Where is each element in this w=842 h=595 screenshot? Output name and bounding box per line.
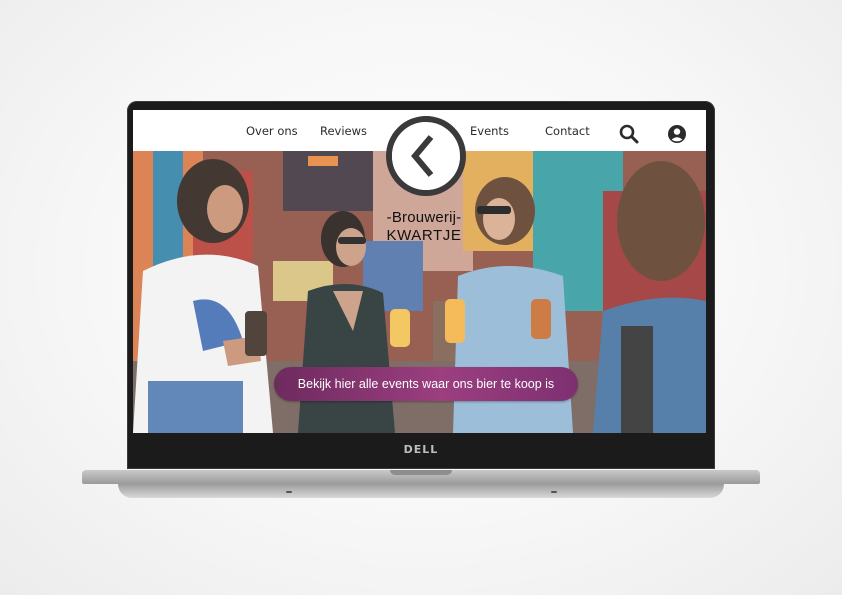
website-screen: Over ons Reviews Events Contact -Brouwer…	[133, 110, 706, 433]
laptop-foot	[551, 491, 557, 493]
logo-mark-icon	[386, 116, 466, 196]
laptop-foot	[286, 491, 292, 493]
logo-wordmark-top: -Brouwerij-	[386, 209, 462, 226]
events-cta-button[interactable]: Bekijk hier alle events waar ons bier te…	[274, 367, 578, 401]
nav-link-contact[interactable]: Contact	[545, 124, 590, 138]
nav-link-events[interactable]: Events	[470, 124, 509, 138]
logo-wordmark-bottom: KWARTJE	[386, 227, 462, 244]
laptop-mockup: Over ons Reviews Events Contact -Brouwer…	[0, 0, 842, 595]
lid-opening-notch	[390, 470, 452, 475]
laptop-base-bottom	[118, 484, 724, 498]
search-icon[interactable]	[619, 124, 639, 148]
nav-link-reviews[interactable]: Reviews	[320, 124, 367, 138]
dell-logo: DELL	[403, 443, 439, 456]
brand-logo[interactable]: -Brouwerij- KWARTJE	[379, 113, 469, 245]
user-account-icon[interactable]	[667, 124, 687, 148]
nav-link-over-ons[interactable]: Over ons	[246, 124, 298, 138]
